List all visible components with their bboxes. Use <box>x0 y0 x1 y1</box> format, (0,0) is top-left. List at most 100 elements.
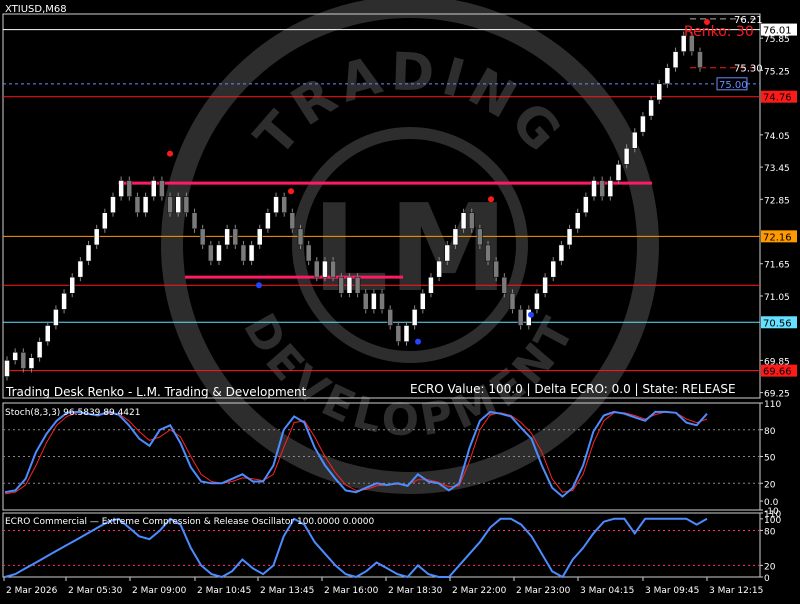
renko-brick <box>640 115 646 133</box>
renko-brick <box>248 244 255 262</box>
renko-brick <box>477 228 483 246</box>
renko-brick <box>12 352 18 361</box>
renko-brick <box>69 276 75 294</box>
renko-brick <box>697 51 703 68</box>
renko-brick <box>623 148 630 165</box>
chart-canvas[interactable]: TRADINGDEVELOPMENTLM76.2176.0175.8575.30… <box>0 0 800 600</box>
chart-window[interactable]: TRADING DEVELOPMENT LM 76.21 76.01 75.85 75.30… <box>0 0 800 600</box>
renko-brick <box>517 309 524 326</box>
renko-brick <box>338 276 345 294</box>
renko-brick <box>208 244 214 262</box>
renko-brick <box>232 228 239 246</box>
renko-brick <box>346 276 353 294</box>
renko-brick <box>395 325 402 342</box>
price-tag-label: 75.30 <box>734 64 763 75</box>
price-tag-label: 69.66 <box>763 367 792 378</box>
renko-brick <box>452 228 459 246</box>
stoch-title: Stoch(8,3,3) 96.5839 89.4421 <box>5 408 141 418</box>
price-tag-label: 70.56 <box>763 318 792 329</box>
time-axis-label: 2 Mar 10:45 <box>197 586 251 596</box>
price-axis-label: 71.05 <box>764 293 790 303</box>
renko-brick <box>289 212 296 230</box>
renko-brick <box>615 164 622 181</box>
renko-brick <box>599 180 605 197</box>
renko-brick <box>550 260 556 278</box>
ecro-line <box>4 517 708 579</box>
renko-brick <box>216 244 222 262</box>
renko-brick <box>379 293 385 310</box>
renko-brick <box>61 293 67 310</box>
signal-dot <box>167 150 173 157</box>
renko-brick <box>175 196 181 213</box>
renko-brick <box>297 228 304 246</box>
renko-brick <box>20 352 27 369</box>
renko-brick <box>354 276 361 294</box>
price-axis-label: 75.85 <box>764 35 790 45</box>
renko-label: Renko: 30 <box>684 24 754 40</box>
price-tag-label: 72.16 <box>763 232 792 243</box>
time-axis-label: 2 Mar 16:00 <box>324 586 379 596</box>
watermark-top-text: TRADING <box>244 42 576 167</box>
renko-brick <box>468 212 475 230</box>
renko-brick <box>85 244 92 262</box>
renko-brick <box>36 341 43 358</box>
renko-brick <box>224 228 230 246</box>
renko-brick <box>444 244 451 262</box>
renko-brick <box>632 131 638 149</box>
watermark-logo-text: LM <box>312 180 508 319</box>
renko-brick <box>583 196 589 213</box>
renko-brick <box>591 180 597 197</box>
renko-brick <box>191 212 198 230</box>
signal-dot <box>288 188 294 195</box>
renko-brick <box>387 309 393 326</box>
time-axis-label: 3 Mar 09:45 <box>645 586 699 596</box>
time-axis-label: 2 Mar 18:30 <box>388 586 443 596</box>
renko-brick <box>534 293 540 310</box>
renko-brick <box>4 360 10 377</box>
ecro-axis-label: 0 <box>764 574 770 584</box>
renko-brick <box>436 260 442 278</box>
signal-dot <box>488 196 494 203</box>
price-axis-label: 74.05 <box>764 132 790 142</box>
renko-brick <box>566 228 573 246</box>
renko-brick <box>607 180 614 197</box>
renko-brick <box>53 309 59 326</box>
renko-brick <box>558 244 565 262</box>
renko-brick <box>420 293 426 310</box>
renko-brick <box>493 260 499 278</box>
renko-brick <box>167 196 173 213</box>
renko-brick <box>159 180 165 197</box>
renko-brick <box>126 180 133 197</box>
price-tag-label: 75.00 <box>719 80 748 91</box>
footer-title: Trading Desk Renko - L.M. Trading & Deve… <box>6 385 307 399</box>
time-axis-label: 2 Mar 22:00 <box>452 586 507 596</box>
ecro-title: ECRO Commercial — Extreme Compression & … <box>5 517 375 527</box>
ecro-axis-label: 100 <box>764 516 781 526</box>
price-axis-label: 69.25 <box>764 390 790 400</box>
ecro-axis-label: 20 <box>764 562 776 572</box>
renko-brick <box>240 244 247 262</box>
renko-brick <box>151 180 157 197</box>
renko-brick <box>305 244 312 262</box>
symbol-title: XTIUSD,M68 <box>5 4 67 15</box>
renko-brick <box>199 228 206 246</box>
renko-brick <box>501 276 508 294</box>
time-axis-label: 2 Mar 05:30 <box>68 586 123 596</box>
renko-brick <box>371 293 377 310</box>
stoch-axis-label: 20 <box>764 480 776 490</box>
renko-brick <box>485 244 491 262</box>
renko-brick <box>656 83 662 101</box>
renko-brick <box>542 276 548 294</box>
stoch-axis-label: 80 <box>764 427 776 437</box>
renko-brick <box>509 293 516 310</box>
renko-brick <box>281 196 287 213</box>
time-axis-label: 2 Mar 13:45 <box>260 586 314 596</box>
renko-brick <box>411 309 418 326</box>
renko-brick <box>574 212 581 230</box>
renko-brick <box>93 228 100 246</box>
time-axis-label: 2 Mar 23:00 <box>516 586 571 596</box>
renko-brick <box>102 212 108 230</box>
ecro-status: ECRO Value: 100.0 | Delta ECRO: 0.0 | St… <box>410 382 736 396</box>
signal-dot <box>415 338 421 345</box>
time-axis-label: 3 Mar 12:15 <box>709 586 763 596</box>
